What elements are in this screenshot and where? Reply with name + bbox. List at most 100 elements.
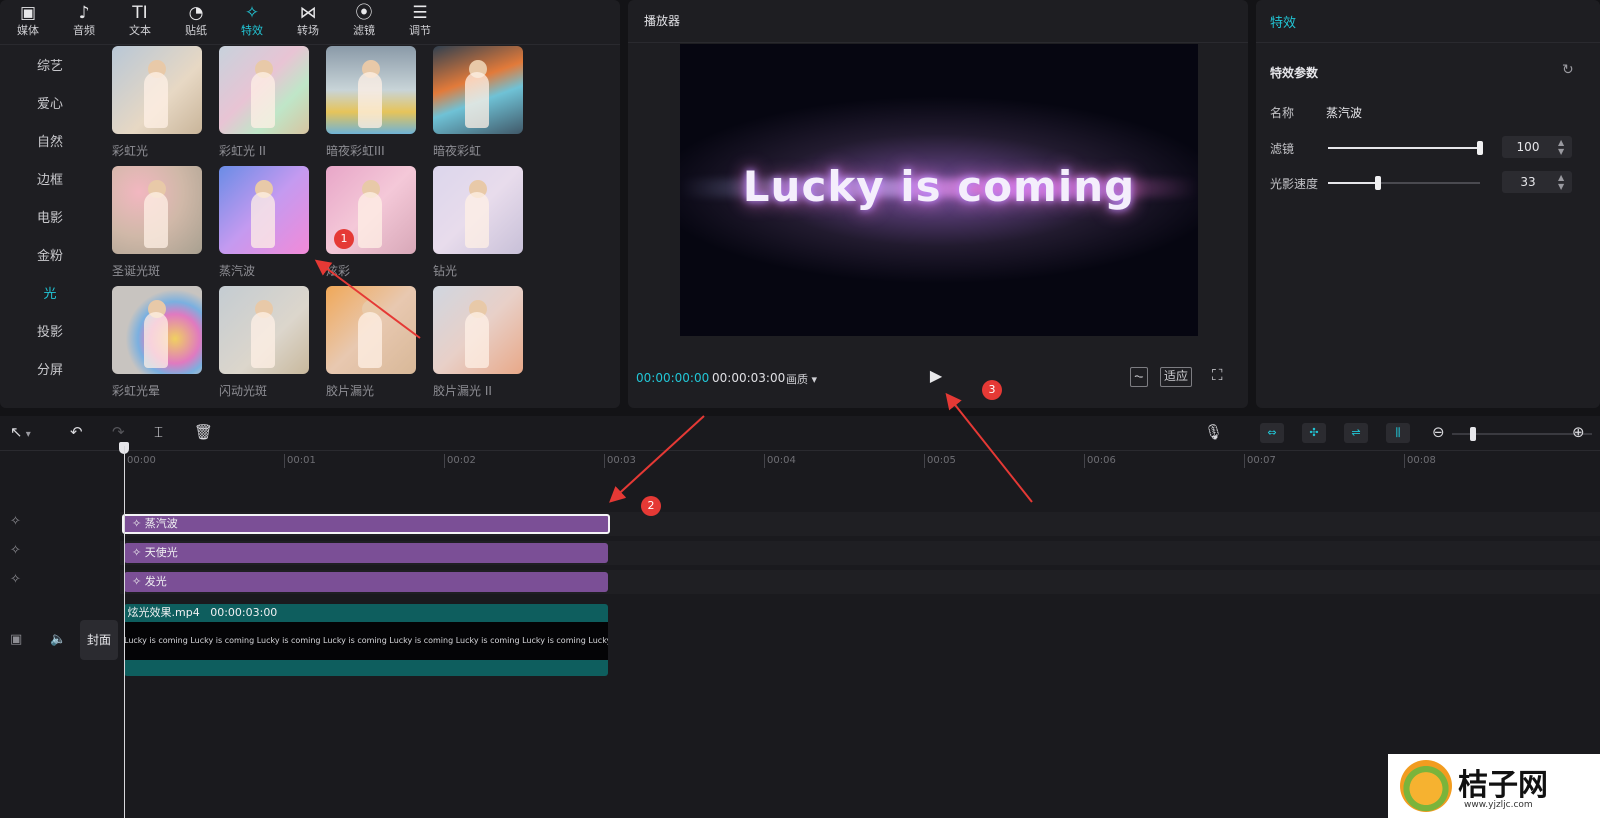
- audio-icon: ♪: [78, 3, 90, 23]
- auto-snap-button[interactable]: ✣: [1302, 423, 1326, 443]
- effect-thumbnail: [112, 166, 202, 254]
- light-speed-value-input[interactable]: 33 ▲ ▼: [1502, 171, 1572, 193]
- effect-thumbnail: [433, 46, 523, 134]
- ruler-tick: 00:05: [924, 454, 956, 468]
- category-item[interactable]: 边框: [8, 162, 92, 200]
- ruler-tick: 00:06: [1084, 454, 1116, 468]
- quality-label: 画质: [786, 373, 808, 386]
- current-time: 00:00:00:00: [636, 371, 710, 385]
- effect-card[interactable]: 胶片漏光 II: [433, 286, 523, 398]
- transition-icon: ⋈: [299, 3, 317, 23]
- fullscreen-button[interactable]: ⛶: [1212, 366, 1223, 384]
- category-item[interactable]: 金粉: [8, 238, 92, 276]
- slider-handle[interactable]: [1375, 176, 1382, 190]
- chevron-down-icon: ▾: [22, 429, 31, 440]
- effect-clip[interactable]: ✧ 发光: [124, 572, 608, 592]
- clip-label: 天使光: [144, 546, 178, 559]
- reset-button[interactable]: ↻: [1562, 62, 1574, 78]
- tab-audio[interactable]: ♪ 音频: [56, 0, 112, 42]
- effect-thumbnail: [433, 166, 523, 254]
- effect-clip-icon: ✧: [132, 575, 145, 588]
- undo-button[interactable]: ↶: [70, 423, 83, 441]
- cursor-icon: ↖: [10, 423, 23, 441]
- stepper-arrows-icon[interactable]: ▲ ▼: [1558, 138, 1564, 156]
- cover-button[interactable]: 封面: [80, 620, 118, 660]
- effect-thumbnail: [433, 286, 523, 374]
- tab-filter[interactable]: ⦿ 滤镜: [336, 0, 392, 42]
- zoom-slider[interactable]: [1452, 427, 1592, 441]
- tab-text[interactable]: TI 文本: [112, 0, 168, 42]
- preview-axis-button[interactable]: ⫼: [1386, 423, 1410, 443]
- effect-card[interactable]: 彩虹光 II: [219, 46, 309, 158]
- select-tool-button[interactable]: ↖ ▾: [10, 423, 31, 441]
- main-track-magnet-button[interactable]: ⇔: [1260, 423, 1284, 443]
- speaker-icon: 🔈: [50, 632, 67, 647]
- category-item[interactable]: 投影: [8, 314, 92, 352]
- delete-button[interactable]: 🗑: [194, 423, 213, 441]
- record-button[interactable]: 🎙: [1204, 423, 1223, 441]
- waveform-button[interactable]: ⏦: [1130, 367, 1148, 387]
- text-icon: TI: [132, 3, 148, 23]
- category-item-active[interactable]: 光: [8, 276, 92, 314]
- tab-adjust[interactable]: ☰ 调节: [392, 0, 448, 42]
- effect-clip[interactable]: ✧ 天使光: [124, 543, 608, 563]
- playhead[interactable]: [124, 446, 125, 818]
- effect-card[interactable]: 暗夜彩虹III: [326, 46, 416, 158]
- tab-label: 滤镜: [353, 24, 375, 37]
- slider-handle[interactable]: [1477, 141, 1483, 155]
- category-item[interactable]: 综艺: [8, 48, 92, 86]
- mute-track-button[interactable]: 🔈: [50, 632, 66, 647]
- effect-card[interactable]: 蒸汽波: [219, 166, 309, 278]
- section-title: 特效参数: [1270, 66, 1319, 80]
- zoom-handle[interactable]: [1470, 427, 1476, 441]
- tool-tabs: ▣ 媒体 ♪ 音频 TI 文本 ◔ 贴纸 ✧ 特效 ⋈ 转场 ⦿ 滤镜 ☰ 调节: [0, 0, 450, 42]
- magnet-icon: ⇔: [1267, 426, 1277, 439]
- video-preview: Lucky is coming: [680, 44, 1198, 336]
- time-ruler[interactable]: 00:00 00:01 00:02 00:03 00:04 00:05 00:0…: [120, 450, 1600, 472]
- effect-card[interactable]: 圣诞光斑: [112, 166, 202, 278]
- quality-dropdown[interactable]: 画质 ▾: [786, 371, 817, 387]
- video-clip[interactable]: 炫光效果.mp4 00:00:03:00 Lucky is coming Luc…: [124, 604, 608, 676]
- tab-effect-props[interactable]: 特效: [1270, 12, 1296, 31]
- effect-card[interactable]: 炫彩: [326, 166, 416, 278]
- redo-button[interactable]: ↷: [112, 423, 125, 441]
- effect-card[interactable]: 彩虹光晕: [112, 286, 202, 398]
- tab-media[interactable]: ▣ 媒体: [0, 0, 56, 42]
- category-item[interactable]: 分屏: [8, 352, 92, 390]
- split-button[interactable]: ⌶: [154, 423, 163, 441]
- tab-label: 音频: [73, 24, 95, 37]
- light-speed-slider[interactable]: [1328, 176, 1480, 190]
- tab-label: 文本: [129, 24, 151, 37]
- effect-card[interactable]: 闪动光斑: [219, 286, 309, 398]
- zoom-out-button[interactable]: ⊖: [1432, 423, 1445, 441]
- stepper-arrows-icon[interactable]: ▲ ▼: [1558, 173, 1564, 191]
- tab-sticker[interactable]: ◔ 贴纸: [168, 0, 224, 42]
- effect-card[interactable]: 胶片漏光: [326, 286, 416, 398]
- filter-slider[interactable]: [1328, 141, 1483, 155]
- category-item[interactable]: 自然: [8, 124, 92, 162]
- effect-card[interactable]: 彩虹光: [112, 46, 202, 158]
- ruler-tick: 00:03: [604, 454, 636, 468]
- effect-card[interactable]: 钻光: [433, 166, 523, 278]
- tab-effects[interactable]: ✧ 特效: [224, 0, 280, 42]
- fullscreen-icon: ⛶: [1212, 366, 1223, 384]
- category-item[interactable]: 电影: [8, 200, 92, 238]
- clip-filename: 炫光效果.mp4: [127, 606, 200, 619]
- category-item[interactable]: 爱心: [8, 86, 92, 124]
- tab-transition[interactable]: ⋈ 转场: [280, 0, 336, 42]
- effect-card[interactable]: 暗夜彩虹: [433, 46, 523, 158]
- reset-icon: ↻: [1562, 62, 1574, 78]
- effect-clip-selected[interactable]: ✧ 蒸汽波: [122, 514, 610, 534]
- effect-thumbnail: [326, 46, 416, 134]
- microphone-icon: 🎙: [1204, 423, 1224, 441]
- divider: [628, 42, 1248, 43]
- filter-value-input[interactable]: 100 ▲ ▼: [1502, 136, 1572, 158]
- play-button[interactable]: ▶: [924, 364, 948, 388]
- tab-label: 贴纸: [185, 24, 207, 37]
- zoom-in-button[interactable]: ⊕: [1572, 423, 1585, 441]
- fit-button[interactable]: 适应: [1160, 367, 1193, 387]
- link-button[interactable]: ⇌: [1344, 423, 1368, 443]
- waveform-icon: ⏦: [1134, 369, 1144, 383]
- ruler-tick: 00:01: [284, 454, 316, 468]
- video-clip-header: 炫光效果.mp4 00:00:03:00: [124, 604, 608, 622]
